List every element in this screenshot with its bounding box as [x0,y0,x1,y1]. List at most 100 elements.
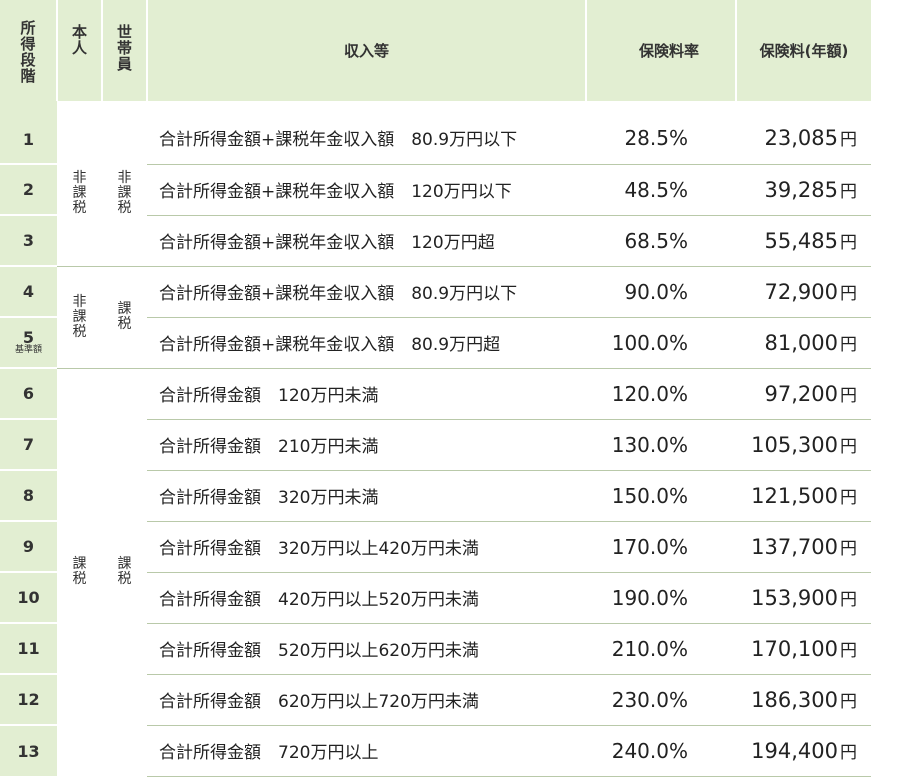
header-household-label: 世帯員 [116,23,132,73]
premium-cell: 170,100 円 [736,623,871,675]
premium-amount: 23,085 [764,125,838,150]
stage-cell: 7 [0,418,57,470]
rate-cell: 190.0% [586,572,736,624]
stage-cell: 1 [0,101,57,164]
premium-table: 所得段階 本人 世帯員 収入等 保険料率 保険料(年額) 1 非課税 非課税 合… [0,0,871,777]
yen-unit: 円 [840,182,857,202]
premium-cell: 137,700 円 [736,521,871,573]
income-cell: 合計所得金額 620万円以上720万円未満 [147,674,586,726]
stage-cell: 2 [0,163,57,215]
header-self-label: 本人 [71,23,87,57]
self-tax-status-cell: 課税 [57,368,102,776]
yen-unit: 円 [840,488,857,508]
header-stage: 所得段階 [0,0,58,101]
household-tax-status-cell: 非課税 [102,101,147,266]
premium-amount: 186,300 [751,688,838,712]
household-tax-status: 課税 [117,301,132,332]
premium-amount: 97,200 [764,382,838,406]
income-cell: 合計所得金額 520万円以上620万円未満 [147,623,586,675]
premium-cell: 186,300 円 [736,674,871,726]
yen-unit: 円 [840,437,857,457]
table-row: 4 非課税 課税 合計所得金額+課税年金収入額 80.9万円以下 90.0% 7… [0,265,871,339]
stage-cell: 10 [0,571,57,623]
self-tax-status-cell: 非課税 [57,266,102,368]
rate-cell: 240.0% [586,725,736,777]
self-tax-status: 非課税 [72,169,87,216]
self-tax-status-cell: 非課税 [57,101,102,266]
income-cell: 合計所得金額+課税年金収入額 120万円超 [147,215,586,267]
yen-unit: 円 [840,386,857,406]
rate-cell: 28.5% [586,101,736,165]
yen-unit: 円 [840,692,857,712]
rate-cell: 68.5% [586,215,736,267]
rate-cell: 230.0% [586,674,736,726]
household-tax-status-cell: 課税 [102,368,147,776]
yen-unit: 円 [840,590,857,610]
stage-cell: 13 [0,724,57,776]
premium-cell: 194,400 円 [736,725,871,777]
header-rate: 保険料率 [586,0,737,101]
premium-amount: 137,700 [751,535,838,559]
income-cell: 合計所得金額+課税年金収入額 80.9万円超 [147,317,586,369]
premium-amount: 105,300 [751,433,838,457]
premium-cell: 105,300 円 [736,419,871,471]
yen-unit: 円 [840,743,857,763]
premium-cell: 55,485 円 [736,215,871,267]
household-tax-status: 課税 [117,556,132,588]
premium-cell: 81,000 円 [736,317,871,369]
household-tax-status-cell: 課税 [102,266,147,368]
premium-cell: 72,900 円 [736,266,871,318]
header-income: 収入等 [147,0,587,101]
rate-cell: 170.0% [586,521,736,573]
yen-unit: 円 [840,233,857,253]
income-cell: 合計所得金額+課税年金収入額 120万円以下 [147,164,586,216]
premium-amount: 153,900 [751,586,838,610]
premium-amount: 39,285 [764,178,838,202]
household-tax-status: 非課税 [117,169,132,216]
income-cell: 合計所得金額 210万円未満 [147,419,586,471]
rate-cell: 48.5% [586,164,736,216]
rate-cell: 120.0% [586,368,736,420]
rate-cell: 130.0% [586,419,736,471]
income-cell: 合計所得金額 320万円未満 [147,470,586,522]
yen-unit: 円 [840,129,857,150]
stage-cell: 11 [0,622,57,674]
yen-unit: 円 [840,539,857,559]
table-row: 6 課税 課税 合計所得金額 120万円未満 120.0% 97,200 円 [0,367,871,587]
header-household: 世帯員 [102,0,148,101]
header-premium: 保険料(年額) [736,0,871,101]
stage-cell: 6 [0,367,57,419]
premium-cell: 153,900 円 [736,572,871,624]
premium-amount: 194,400 [751,739,838,763]
stage-cell: 9 [0,520,57,572]
table-row: 1 非課税 非課税 合計所得金額+課税年金収入額 80.9万円以下 28.5% … [0,101,871,215]
rate-cell: 210.0% [586,623,736,675]
income-cell: 合計所得金額 320万円以上420万円未満 [147,521,586,573]
premium-amount: 121,500 [751,484,838,508]
income-cell: 合計所得金額 720万円以上 [147,725,586,777]
premium-cell: 97,200 円 [736,368,871,420]
header-stage-label: 所得段階 [20,18,36,85]
stage-cell: 12 [0,673,57,725]
stage-cell: 5 基準額 [0,316,57,368]
premium-amount: 55,485 [764,229,838,253]
stage-cell: 3 [0,214,57,266]
yen-unit: 円 [840,284,857,304]
income-cell: 合計所得金額 420万円以上520万円未満 [147,572,586,624]
income-cell: 合計所得金額 120万円未満 [147,368,586,420]
premium-cell: 121,500 円 [736,470,871,522]
premium-amount: 170,100 [751,637,838,661]
yen-unit: 円 [840,641,857,661]
income-cell: 合計所得金額+課税年金収入額 80.9万円以下 [147,101,586,165]
stage-cell: 8 [0,469,57,521]
rate-cell: 90.0% [586,266,736,318]
income-cell: 合計所得金額+課税年金収入額 80.9万円以下 [147,266,586,318]
stage-cell: 4 [0,265,57,317]
premium-amount: 81,000 [764,331,838,355]
self-tax-status: 非課税 [72,293,87,340]
premium-cell: 39,285 円 [736,164,871,216]
self-tax-status: 課税 [72,556,87,588]
rate-cell: 150.0% [586,470,736,522]
premium-amount: 72,900 [764,280,838,304]
yen-unit: 円 [840,335,857,355]
